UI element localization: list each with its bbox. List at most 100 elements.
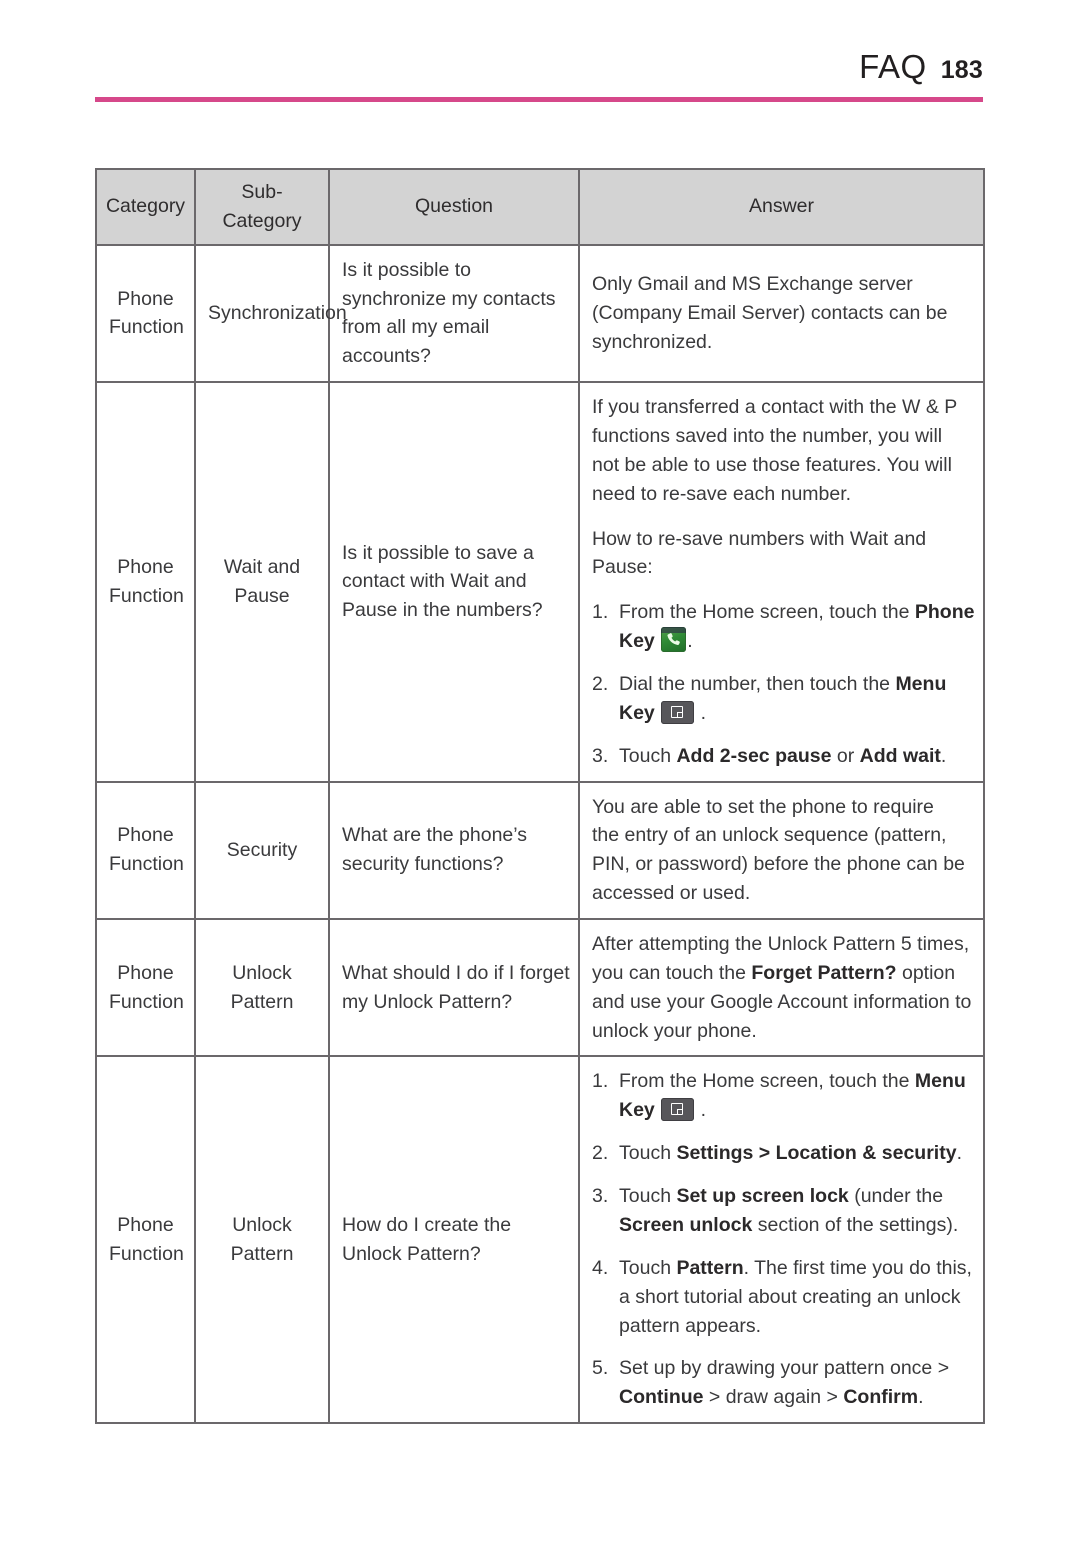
menu-key-icon (661, 700, 695, 724)
answer-line: and use your Google Account information … (592, 988, 971, 1017)
emphasis-text: Continue (619, 1386, 704, 1409)
menu-key-glyph (671, 1103, 684, 1116)
sub-category-cell-line: Pause (234, 584, 290, 607)
body-text: Touch (619, 1185, 677, 1208)
body-text: unlock your phone. (592, 1019, 757, 1042)
sub-category-cell-line: Security (226, 838, 298, 861)
answer-step-number: 5. (592, 1357, 609, 1380)
header-rule (95, 97, 983, 102)
body-text: a short tutorial about creating an unloc… (619, 1285, 961, 1308)
body-text: Set up by drawing your pattern once > (619, 1357, 950, 1380)
answer-step-line: Set up by drawing your pattern once > (619, 1354, 971, 1383)
body-text: . (940, 744, 947, 767)
question-cell-line: security functions? (342, 853, 504, 876)
sub-category-cell-line: Unlock (232, 1213, 292, 1236)
body-text: you can touch the (592, 961, 752, 984)
answer-line: If you transferred a contact with the W … (592, 396, 958, 419)
answer-step: 2. Dial the number, then touch the Menu Ke… (592, 670, 971, 728)
question-cell: Is it possible to save a contact with Wai… (328, 381, 580, 783)
answer-cell: After attempting the Unlock Pattern 5 ti… (578, 918, 985, 1058)
sub-category-cell-line: Wait and (223, 556, 301, 579)
answer-line: the entry of an unlock sequence (pattern… (592, 824, 947, 847)
table-row: Phone Function Unlock Pattern What should I … (95, 918, 985, 1058)
emphasis-text: Menu (895, 673, 947, 696)
answer-line: How to re-save numbers with Wait and (592, 527, 927, 550)
body-text: Touch (619, 1142, 677, 1165)
page-number: 183 (940, 56, 983, 84)
answer-line: Only Gmail and MS Exchange server (592, 273, 913, 296)
column-header-question: Question (328, 168, 580, 246)
answer-step-number: 1. (592, 601, 609, 624)
answer-step: 1. From the Home screen, touch the Phone K… (592, 598, 974, 656)
answer-step: 3. Touch Set up screen lock (under the Scr… (592, 1182, 971, 1240)
answer-step-number: 3. (592, 744, 609, 767)
answer-step-line: Touch Add 2-sec pause or Add wait. (619, 742, 971, 771)
answer-step: 2. Touch Settings > Location & security. (592, 1139, 971, 1168)
question-cell-line: What should I do if I forget (342, 961, 570, 984)
body-text: or (831, 744, 860, 767)
sub-category-cell-line: Synchronization (208, 302, 347, 324)
category-cell: Phone Function (95, 1055, 196, 1425)
emphasis-text: Add 2-sec pause (676, 744, 832, 767)
answer-paragraph: How to re-save numbers with Wait and Paus… (592, 525, 971, 583)
page-header-row: FAQ 183 (95, 48, 983, 92)
table-row: Phone Function Unlock Pattern How do I creat… (95, 1055, 985, 1425)
emphasis-text: Key (619, 701, 661, 724)
question-cell: What are the phone’s security functions? (328, 780, 580, 921)
category-cell-line: Phone (117, 824, 174, 847)
answer-step-line: Key . (619, 627, 971, 656)
body-text: Dial the number, then touch the (619, 673, 896, 696)
category-cell: Phone Function (95, 918, 196, 1058)
sub-category-cell-line: Pattern (230, 1242, 294, 1265)
body-text: and use your Google Account information … (592, 990, 972, 1013)
answer-cell: You are able to set the phone to require… (578, 780, 985, 921)
emphasis-text: Key (619, 630, 661, 653)
sub-category-cell: Security (194, 780, 330, 921)
body-text: From the Home screen, touch the (619, 1070, 915, 1093)
category-cell-line: Function (109, 1242, 184, 1265)
column-header-sub-category: Sub-Category (194, 168, 330, 246)
emphasis-text: Screen unlock (619, 1213, 753, 1236)
faq-table-head: Category Sub-Category Question Answer (95, 168, 985, 246)
answer-line: After attempting the Unlock Pattern 5 ti… (592, 930, 971, 959)
question-cell-line: my Unlock Pattern? (342, 990, 513, 1013)
answer-step-number: 2. (592, 673, 609, 696)
body-text: After attempting the Unlock Pattern 5 ti… (592, 933, 970, 956)
category-cell-line: Phone (117, 287, 174, 310)
answer-step: 1. From the Home screen, touch the Menu Ke… (592, 1067, 971, 1125)
answer-line: you can touch the Forget Pattern? option (592, 959, 971, 988)
sub-category-cell-line: Unlock (232, 961, 292, 984)
table-row: Phone Function Wait and Pause Is it possible… (95, 381, 985, 783)
answer-line: You are able to set the phone to require (592, 795, 934, 818)
body-text: (under the (848, 1185, 944, 1208)
answer-paragraph: Only Gmail and MS Exchange server (Compan… (592, 270, 971, 357)
answer-line: synchronized. (592, 330, 713, 353)
emphasis-text: Menu (914, 1070, 966, 1093)
category-cell-line: Phone (117, 1213, 174, 1236)
emphasis-text: Phone (914, 601, 975, 624)
answer-line: unlock your phone. (592, 1017, 971, 1046)
answer-cell: 1. From the Home screen, touch the Menu Ke… (578, 1055, 985, 1425)
question-cell-line: synchronize my contacts (342, 287, 556, 310)
answer-step-line: pattern appears. (619, 1312, 971, 1341)
body-text: Touch (619, 1256, 677, 1279)
sub-category-cell: Unlock Pattern (194, 1055, 330, 1425)
answer-step-number: 1. (592, 1070, 609, 1093)
faq-table-body: Phone Function Synchronization Is it possib… (95, 243, 985, 1425)
question-cell-line: accounts? (342, 345, 431, 368)
body-text: Touch (619, 744, 677, 767)
category-cell: Phone Function (95, 243, 196, 384)
body-text: . (918, 1386, 924, 1409)
emphasis-text: Key (619, 1099, 661, 1122)
answer-step-line: Touch Set up screen lock (under the (619, 1182, 971, 1211)
answer-step-line: From the Home screen, touch the Menu (619, 1067, 971, 1096)
answer-step-line: a short tutorial about creating an unloc… (619, 1283, 971, 1312)
emphasis-text: Forget Pattern? (751, 961, 897, 984)
body-text: . The first time you do this, (743, 1256, 972, 1279)
answer-cell: Only Gmail and MS Exchange server (Compan… (578, 243, 985, 384)
question-cell-line: Is it possible to (342, 258, 471, 281)
category-cell-line: Phone (117, 961, 174, 984)
answer-step: 4. Touch Pattern. The first time you do t… (592, 1254, 972, 1341)
answer-step-list: 1. From the Home screen, touch the Menu Ke… (592, 1067, 972, 1412)
emphasis-text: Set up screen lock (676, 1185, 849, 1208)
